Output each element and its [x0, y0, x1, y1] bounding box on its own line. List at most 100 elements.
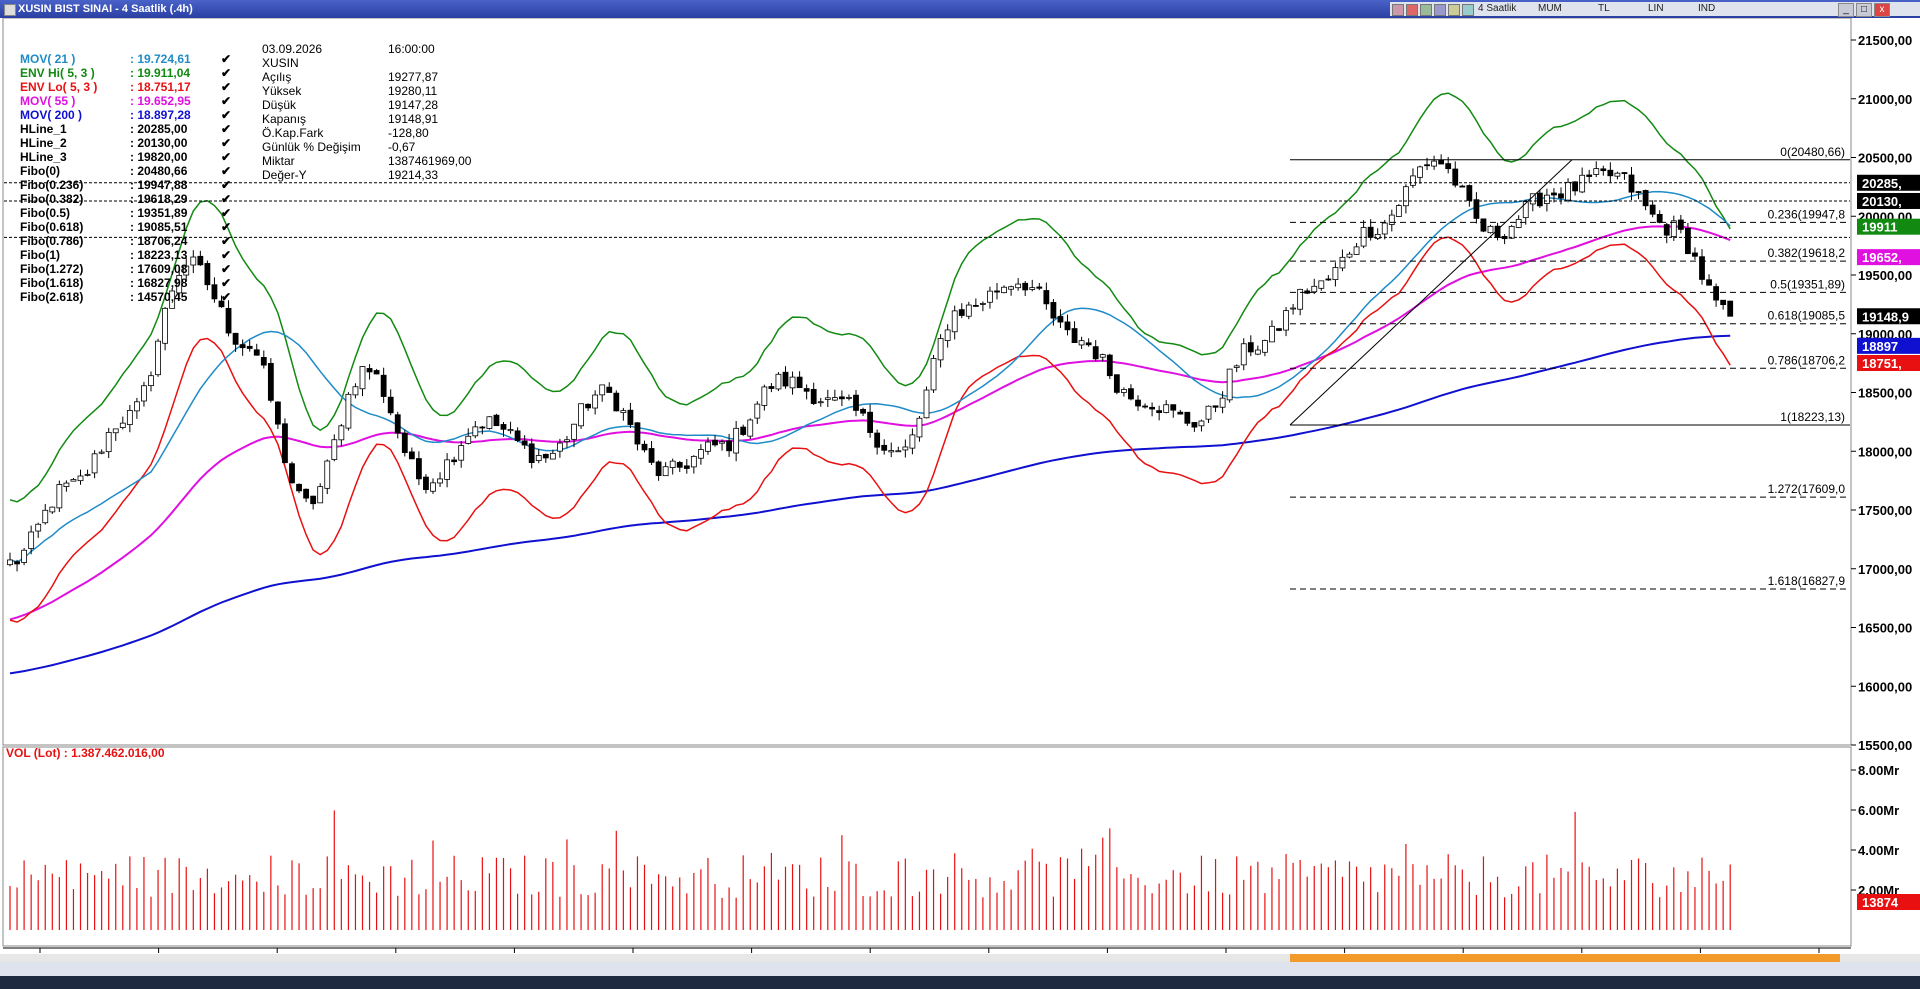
candle	[549, 452, 556, 460]
candle	[895, 450, 902, 453]
toolbar-icon[interactable]	[1406, 4, 1418, 16]
checkmark-icon[interactable]: ✔	[221, 67, 231, 80]
checkmark-icon[interactable]: ✔	[221, 221, 231, 234]
candle	[1036, 286, 1043, 289]
minimize-button[interactable]: _	[1838, 3, 1854, 17]
candle	[839, 396, 845, 400]
candle	[148, 375, 154, 387]
indicator-option[interactable]: IND	[1698, 2, 1715, 16]
checkmark-icon[interactable]: ✔	[221, 291, 231, 304]
scale-option[interactable]: LIN	[1648, 2, 1664, 16]
candle	[1311, 285, 1318, 293]
candle	[267, 363, 274, 401]
scroll-thumb[interactable]	[1290, 954, 1840, 962]
checkmark-icon[interactable]: ✔	[221, 53, 231, 66]
fibo-level-label: 0.236(19947,8	[1768, 207, 1846, 221]
candle	[1233, 365, 1240, 368]
candle	[1177, 411, 1184, 415]
currency-option[interactable]: TL	[1598, 2, 1610, 16]
candle	[338, 425, 345, 441]
toolbar-icon[interactable]	[1462, 4, 1474, 16]
checkmark-icon[interactable]: ✔	[221, 235, 231, 248]
candle	[1487, 225, 1494, 234]
candle	[1142, 405, 1148, 408]
candle	[1473, 199, 1480, 219]
candle	[49, 506, 56, 513]
checkmark-icon[interactable]: ✔	[221, 151, 231, 164]
candle	[1163, 404, 1170, 413]
candle	[493, 414, 500, 427]
candle	[112, 428, 119, 434]
checkmark-icon[interactable]: ✔	[221, 137, 231, 150]
toolbar-icon[interactable]	[1434, 4, 1446, 16]
candle	[1579, 174, 1586, 193]
candle	[1283, 310, 1289, 331]
checkmark-icon[interactable]: ✔	[221, 207, 231, 220]
info-value: 19277,87	[388, 70, 439, 84]
candle	[951, 310, 958, 333]
candle	[486, 416, 493, 429]
checkmark-icon[interactable]: ✔	[221, 249, 231, 262]
candle	[740, 426, 747, 435]
candle	[796, 376, 803, 389]
candle	[923, 389, 930, 419]
checkmark-icon[interactable]: ✔	[221, 179, 231, 192]
time-scrollbar[interactable]	[0, 954, 1920, 962]
checkmark-icon[interactable]: ✔	[221, 95, 231, 108]
candle	[846, 396, 852, 399]
candle	[359, 366, 366, 390]
candle	[394, 414, 401, 434]
fibo-level-label: 0(20480,66)	[1780, 145, 1845, 159]
candle	[1184, 411, 1191, 424]
candle	[28, 531, 35, 549]
candle	[937, 338, 944, 361]
candle	[324, 460, 331, 489]
candle	[803, 388, 810, 392]
toolbar-icon[interactable]	[1392, 4, 1404, 16]
checkmark-icon[interactable]: ✔	[221, 81, 231, 94]
checkmark-icon[interactable]: ✔	[221, 263, 231, 276]
candle	[1149, 406, 1155, 410]
price-tick-label: 21500,00	[1858, 33, 1912, 48]
checkmark-icon[interactable]: ✔	[221, 123, 231, 136]
candle	[479, 426, 486, 429]
candle	[648, 448, 655, 463]
toolbar-icon[interactable]	[1448, 4, 1460, 16]
candle	[1642, 190, 1649, 207]
info-value: -128,80	[388, 126, 429, 140]
close-button[interactable]: x	[1874, 3, 1890, 17]
candle	[761, 386, 768, 406]
period-option[interactable]: 4 Saatlik	[1478, 2, 1516, 16]
candle	[542, 453, 549, 459]
info-value: 19148,91	[388, 112, 439, 126]
candle	[669, 460, 676, 468]
candle	[211, 284, 218, 300]
checkmark-icon[interactable]: ✔	[221, 165, 231, 178]
candle	[42, 509, 49, 524]
volume-tick-label: 6.00Mr	[1858, 803, 1899, 818]
candle	[719, 441, 725, 444]
candle	[1713, 286, 1719, 301]
info-symbol: XUSIN	[262, 56, 299, 70]
candle	[698, 449, 704, 459]
candle	[860, 408, 866, 414]
toolbar-icon[interactable]	[1420, 4, 1432, 16]
maximize-button[interactable]: □	[1856, 3, 1872, 17]
candle	[592, 394, 599, 409]
candle	[775, 373, 782, 390]
legend-value: : 19947,88	[130, 178, 188, 192]
fibo-level-label: 0.618(19085,5	[1768, 309, 1846, 323]
candle	[1381, 222, 1388, 235]
info-value: 19214,33	[388, 168, 439, 182]
candle	[712, 439, 718, 446]
chart-type-option[interactable]: MUM	[1538, 2, 1562, 16]
candle	[1085, 342, 1092, 346]
candle	[1367, 226, 1374, 238]
price-tick-label: 21000,00	[1858, 92, 1912, 107]
candle	[1050, 302, 1057, 319]
title-bar: XUSIN BIST SINAI - 4 Saatlik (.4h) 4 Saa…	[0, 0, 1920, 18]
candle	[987, 290, 993, 303]
checkmark-icon[interactable]: ✔	[221, 193, 231, 206]
checkmark-icon[interactable]: ✔	[221, 109, 231, 122]
checkmark-icon[interactable]: ✔	[221, 277, 231, 290]
